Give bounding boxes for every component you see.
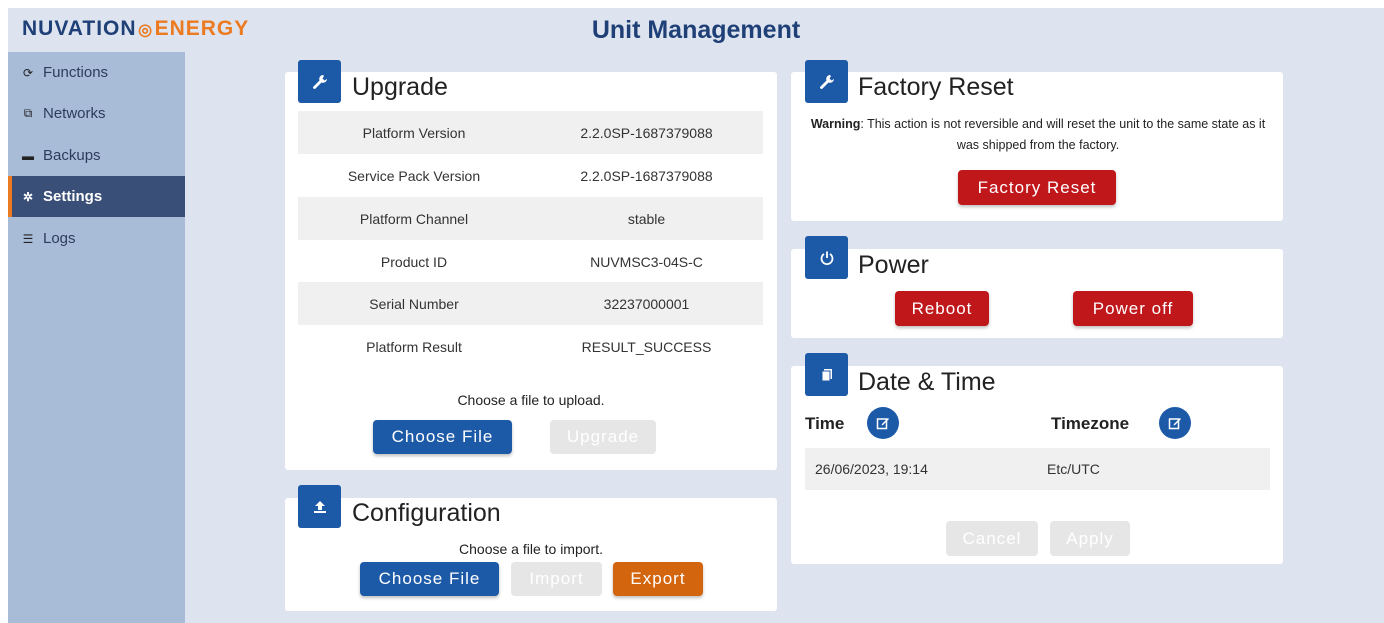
wrench-icon xyxy=(805,60,848,103)
sidebar: ⟳ Functions ⧉ Networks ▬ Backups ✲ Setti… xyxy=(8,52,185,623)
import-button[interactable]: Import xyxy=(511,562,602,596)
sidebar-item-label: Logs xyxy=(43,230,76,247)
row-value: RESULT_SUCCESS xyxy=(581,338,712,355)
page-title: Unit Management xyxy=(591,16,801,44)
power-icon xyxy=(805,236,848,279)
refresh-icon: ⟳ xyxy=(22,65,34,80)
row-value: 2.2.0SP-1687379088 xyxy=(580,167,713,184)
sidebar-item-label: Networks xyxy=(43,105,106,122)
power-title: Power xyxy=(858,251,929,279)
configuration-prompt: Choose a file to import. xyxy=(459,541,603,557)
time-label: Time xyxy=(805,414,845,433)
time-value: 26/06/2023, 19:14 xyxy=(815,461,928,477)
power-off-button[interactable]: Power off xyxy=(1073,291,1193,326)
timezone-value: Etc/UTC xyxy=(1047,461,1100,477)
row-value: NUVMSC3-04S-C xyxy=(590,253,703,270)
sidebar-item-label: Functions xyxy=(43,64,109,81)
table-row: Product ID NUVMSC3-04S-C xyxy=(298,240,763,283)
edit-icon xyxy=(876,418,889,430)
upload-icon xyxy=(298,485,341,528)
table-row: Platform Result RESULT_SUCCESS xyxy=(298,325,763,368)
table-row: Platform Version 2.2.0SP-1687379088 xyxy=(298,111,763,154)
wrench-icon xyxy=(298,60,341,103)
table-row: Service Pack Version 2.2.0SP-1687379088 xyxy=(298,154,763,197)
reboot-button[interactable]: Reboot xyxy=(895,291,989,326)
upgrade-button[interactable]: Upgrade xyxy=(550,420,656,454)
list-icon: ☰ xyxy=(22,231,34,246)
sidebar-item-networks[interactable]: ⧉ Networks xyxy=(8,93,185,134)
row-label: Platform Channel xyxy=(359,210,469,227)
upgrade-prompt: Choose a file to upload. xyxy=(457,392,605,408)
sidebar-item-logs[interactable]: ☰ Logs xyxy=(8,218,185,259)
factory-reset-warning: Warning: This action is not reversible a… xyxy=(806,114,1270,156)
edit-time-button[interactable] xyxy=(867,407,899,439)
configuration-title: Configuration xyxy=(352,499,501,527)
edit-timezone-button[interactable] xyxy=(1159,407,1191,439)
sidebar-item-label: Backups xyxy=(43,147,101,164)
export-button[interactable]: Export xyxy=(613,562,703,596)
gear-icon: ✲ xyxy=(22,189,34,204)
row-value: stable xyxy=(627,210,666,227)
row-label: Platform Result xyxy=(366,338,462,355)
table-row: Platform Channel stable xyxy=(298,197,763,240)
datetime-row: 26/06/2023, 19:14 Etc/UTC xyxy=(805,448,1270,490)
timezone-label: Timezone xyxy=(1051,414,1130,433)
row-value: 2.2.0SP-1687379088 xyxy=(580,124,713,141)
row-label: Service Pack Version xyxy=(347,167,481,184)
row-value: 32237000001 xyxy=(603,295,690,312)
datetime-title: Date & Time xyxy=(858,368,996,396)
row-label: Platform Version xyxy=(362,124,466,141)
network-icon: ⧉ xyxy=(23,106,33,120)
sidebar-item-functions[interactable]: ⟳ Functions xyxy=(8,52,185,93)
drive-icon: ▬ xyxy=(22,148,34,163)
cancel-button[interactable]: Cancel xyxy=(946,521,1038,556)
sidebar-item-label: Settings xyxy=(43,188,103,205)
table-row: Serial Number 32237000001 xyxy=(298,282,763,325)
factory-reset-button[interactable]: Factory Reset xyxy=(958,170,1116,205)
warning-label: Warning xyxy=(810,117,861,131)
app-header: NUVATION◎ENERGY Unit Management xyxy=(8,8,1384,52)
copy-icon xyxy=(805,353,848,396)
factory-reset-title: Factory Reset xyxy=(858,73,1014,101)
config-choose-file-button[interactable]: Choose File xyxy=(360,562,499,596)
warning-text: : This action is not reversible and will… xyxy=(860,117,1266,152)
row-label: Serial Number xyxy=(369,295,459,312)
upgrade-title: Upgrade xyxy=(352,73,448,101)
row-label: Product ID xyxy=(380,253,448,270)
apply-button[interactable]: Apply xyxy=(1050,521,1130,556)
sidebar-item-settings[interactable]: ✲ Settings xyxy=(8,176,185,217)
sidebar-item-backups[interactable]: ▬ Backups xyxy=(8,135,185,176)
edit-icon xyxy=(1168,418,1181,430)
upgrade-choose-file-button[interactable]: Choose File xyxy=(373,420,512,454)
